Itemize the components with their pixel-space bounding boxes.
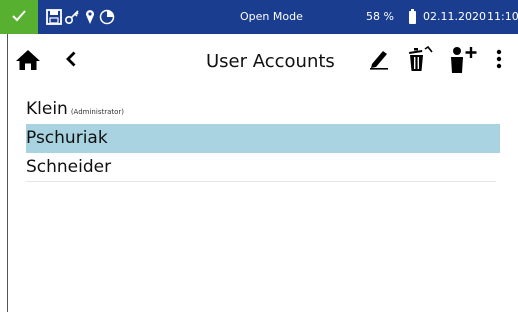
user-name-row: Klein (Administrator): [26, 99, 124, 119]
back-icon[interactable]: [64, 49, 78, 69]
user-name: Klein: [26, 99, 68, 119]
list-divider: [26, 181, 496, 182]
page-title: User Accounts: [206, 51, 335, 72]
date-label: 02.11.2020: [423, 10, 486, 23]
list-item[interactable]: Schneider: [26, 153, 500, 182]
user-list: Klein (Administrator) Pschuriak Schneider: [26, 95, 500, 182]
more-icon[interactable]: [492, 47, 506, 71]
home-icon[interactable]: [14, 47, 42, 73]
add-user-icon[interactable]: [448, 44, 480, 74]
check-icon: [11, 8, 27, 27]
user-name: Schneider: [26, 157, 112, 177]
user-name: Pschuriak: [26, 128, 108, 148]
status-bar: Open Mode 58 % 02.11.2020 11:10: [0, 0, 518, 34]
battery-percent: 58 %: [366, 10, 394, 23]
battery-icon: [409, 9, 416, 24]
key-icon[interactable]: [64, 8, 80, 26]
time-label: 11:10: [487, 10, 518, 23]
delete-icon[interactable]: [406, 45, 436, 73]
timer-icon[interactable]: [99, 8, 115, 26]
edit-icon[interactable]: [367, 47, 391, 71]
list-item-selected[interactable]: Pschuriak: [26, 124, 500, 153]
status-ok-indicator: [0, 0, 38, 34]
header-toolbar: User Accounts: [8, 34, 518, 84]
user-role: (Administrator): [70, 108, 125, 116]
save-icon[interactable]: [46, 8, 62, 26]
list-item[interactable]: Klein (Administrator): [26, 95, 500, 124]
mode-label: Open Mode: [240, 10, 303, 23]
pin-icon[interactable]: [85, 8, 95, 26]
